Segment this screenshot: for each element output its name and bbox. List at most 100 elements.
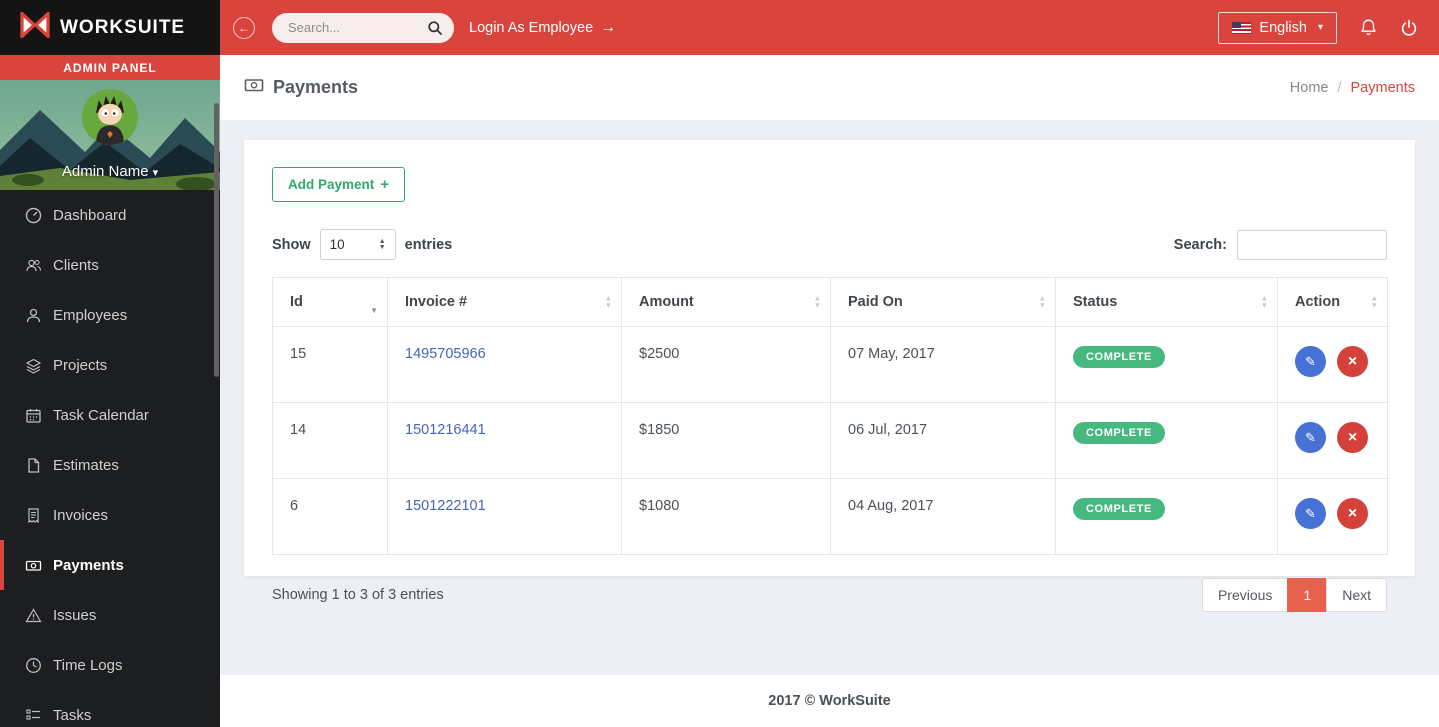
sort-icon: ▲▼ (1261, 296, 1268, 309)
edit-button[interactable]: ✎ (1295, 498, 1326, 529)
calendar-icon (25, 407, 42, 424)
sidebar-item-clients[interactable]: Clients (0, 240, 220, 290)
pencil-icon: ✎ (1305, 506, 1316, 522)
table-search-input[interactable] (1237, 230, 1387, 260)
page-title-text: Payments (273, 77, 358, 98)
pencil-icon: ✎ (1305, 430, 1316, 446)
column-header-invoice[interactable]: Invoice #▲▼ (388, 278, 622, 327)
sidebar-item-estimates[interactable]: Estimates (0, 440, 220, 490)
sort-icon: ▲▼ (370, 308, 378, 315)
add-payment-label: Add Payment (288, 177, 374, 192)
column-header-status[interactable]: Status▲▼ (1056, 278, 1278, 327)
sidebar-item-dashboard[interactable]: Dashboard (0, 190, 220, 240)
add-payment-button[interactable]: Add Payment + (272, 167, 405, 202)
sidebar-item-label: Clients (53, 257, 99, 274)
edit-button[interactable]: ✎ (1295, 422, 1326, 453)
cell-amount: $1850 (622, 403, 831, 479)
cell-id: 6 (273, 479, 388, 555)
breadcrumb-separator: / (1337, 80, 1341, 96)
sort-icon: ▲▼ (814, 296, 821, 309)
logout-power-icon[interactable] (1400, 19, 1418, 37)
page-length-value: 10 (330, 237, 345, 252)
table-controls: Show 10 ▲▼ entries Search: (272, 229, 1387, 260)
topbar: ← Login As Employee → English ▾ (220, 0, 1439, 55)
login-arrow-icon: → (600, 19, 616, 37)
cell-action: ✎× (1278, 479, 1388, 555)
banknote-icon (25, 557, 42, 574)
admin-panel-label: ADMIN PANEL (0, 55, 220, 80)
edit-button[interactable]: ✎ (1295, 346, 1326, 377)
sidebar: WORKSUITE ADMIN PANEL (0, 0, 220, 727)
search-input[interactable] (288, 20, 428, 35)
invoice-link[interactable]: 1501216441 (405, 422, 486, 438)
language-selector[interactable]: English ▾ (1218, 12, 1337, 44)
us-flag-icon (1232, 22, 1251, 34)
show-label: Show (272, 237, 311, 253)
sidebar-item-payments[interactable]: Payments (0, 540, 220, 590)
pagination-previous[interactable]: Previous (1202, 578, 1288, 612)
invoice-link[interactable]: 1495705966 (405, 346, 486, 362)
sidebar-item-label: Issues (53, 607, 96, 624)
entries-label: entries (405, 237, 453, 253)
page-length-select[interactable]: 10 ▲▼ (320, 229, 396, 260)
column-header-id[interactable]: Id▲▼ (273, 278, 388, 327)
sidebar-item-label: Time Logs (53, 657, 122, 674)
search-icon[interactable] (427, 20, 443, 41)
avatar[interactable] (82, 89, 138, 145)
sidebar-item-label: Payments (53, 557, 124, 574)
notifications-bell-icon[interactable] (1359, 18, 1378, 37)
table-footer: Showing 1 to 3 of 3 entries Previous 1 N… (272, 578, 1387, 612)
payments-card: Add Payment + Show 10 ▲▼ entries Search: (244, 140, 1415, 576)
column-header-paid-on[interactable]: Paid On▲▼ (831, 278, 1056, 327)
breadcrumb-home-link[interactable]: Home (1290, 80, 1329, 96)
login-as-label: Login As Employee (469, 20, 593, 36)
login-as-employee-link[interactable]: Login As Employee → (469, 19, 616, 37)
pagination-next[interactable]: Next (1326, 578, 1387, 612)
sidebar-item-projects[interactable]: Projects (0, 340, 220, 390)
global-search (272, 13, 454, 43)
sort-icon: ▲▼ (1039, 296, 1046, 309)
clock-icon (25, 657, 42, 674)
brand-logo-area[interactable]: WORKSUITE (0, 0, 220, 55)
column-header-amount[interactable]: Amount▲▼ (622, 278, 831, 327)
topbar-right: English ▾ (1218, 12, 1439, 44)
sidebar-item-time-logs[interactable]: Time Logs (0, 640, 220, 690)
employee-icon (25, 307, 42, 324)
cell-action: ✎× (1278, 327, 1388, 403)
sidebar-item-invoices[interactable]: Invoices (0, 490, 220, 540)
content-area: Add Payment + Show 10 ▲▼ entries Search: (220, 120, 1439, 675)
user-menu[interactable]: Admin Name▾ (0, 163, 220, 180)
status-badge: COMPLETE (1073, 422, 1165, 444)
delete-button[interactable]: × (1337, 346, 1368, 377)
sidebar-item-label: Dashboard (53, 207, 126, 224)
delete-button[interactable]: × (1337, 498, 1368, 529)
pagination-page-1[interactable]: 1 (1287, 578, 1327, 612)
cell-invoice: 1501216441 (388, 403, 622, 479)
sidebar-item-label: Projects (53, 357, 107, 374)
entries-info: Showing 1 to 3 of 3 entries (272, 587, 444, 603)
status-badge: COMPLETE (1073, 498, 1165, 520)
cell-status: COMPLETE (1056, 479, 1278, 555)
sidebar-item-tasks[interactable]: Tasks (0, 690, 220, 727)
back-arrow-icon: ← (238, 21, 250, 35)
column-header-action[interactable]: Action▲▼ (1278, 278, 1388, 327)
delete-button[interactable]: × (1337, 422, 1368, 453)
layers-icon (25, 357, 42, 374)
sidebar-item-label: Estimates (53, 457, 119, 474)
invoice-link[interactable]: 1501222101 (405, 498, 486, 514)
banknote-icon (244, 75, 264, 100)
profile-section: Admin Name▾ (0, 80, 220, 190)
cell-status: COMPLETE (1056, 403, 1278, 479)
breadcrumb: Home / Payments (1290, 80, 1415, 96)
sidebar-scrollbar[interactable] (214, 103, 219, 377)
sidebar-item-issues[interactable]: Issues (0, 590, 220, 640)
warning-icon (25, 607, 42, 624)
cell-paid-on: 06 Jul, 2017 (831, 403, 1056, 479)
cell-paid-on: 07 May, 2017 (831, 327, 1056, 403)
collapse-sidebar-button[interactable]: ← (233, 17, 255, 39)
stepper-icon: ▲▼ (379, 239, 386, 251)
sidebar-item-task-calendar[interactable]: Task Calendar (0, 390, 220, 440)
sidebar-item-employees[interactable]: Employees (0, 290, 220, 340)
clients-icon (25, 257, 42, 274)
sidebar-item-label: Employees (53, 307, 127, 324)
